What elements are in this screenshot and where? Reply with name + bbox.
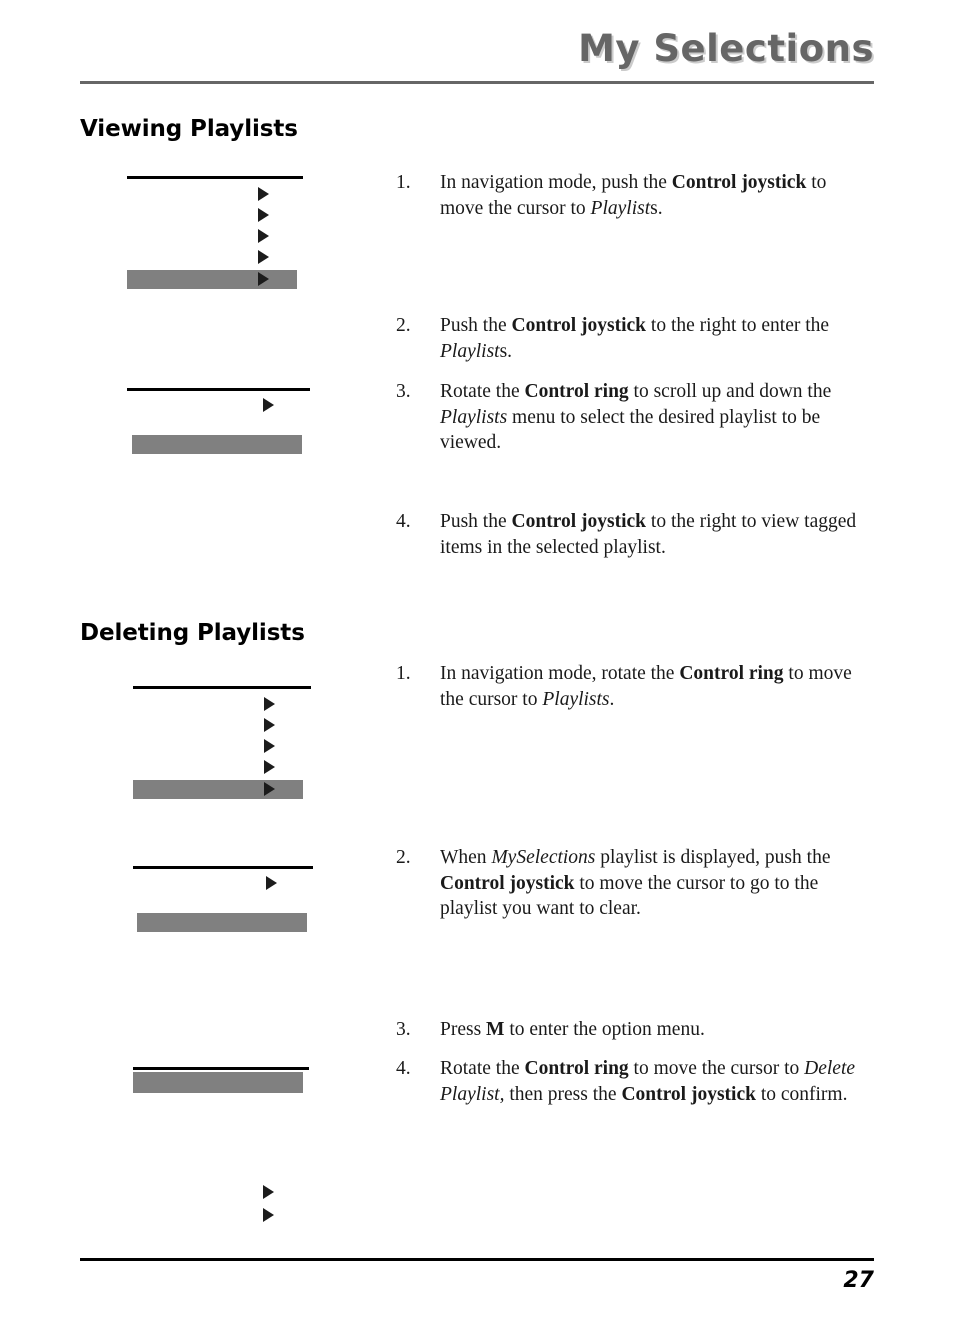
step-text: In navigation mode, push the Control joy…: [440, 172, 827, 219]
arrow-right-icon: [258, 229, 269, 243]
page-number: 27: [843, 1268, 874, 1293]
page-header: My Selections: [80, 30, 874, 92]
arrow-right-icon: [258, 208, 269, 222]
mockup-highlight-bar: [127, 270, 297, 289]
arrow-right-icon: [263, 398, 274, 412]
arrow-right-icon-selected: [264, 782, 275, 796]
screen-mockup-delete-menu: [133, 686, 311, 801]
step-text: In navigation mode, rotate the Control r…: [440, 663, 852, 710]
step-item: 3. Rotate the Control ring to scroll up …: [396, 379, 874, 456]
mockup-highlight-bar: [133, 780, 303, 799]
step-text: Rotate the Control ring to move the curs…: [440, 1058, 856, 1105]
screen-mockup-option-items: [263, 1185, 303, 1231]
arrow-right-icon: [258, 250, 269, 264]
document-page: My Selections Viewing Playlists 1. In na…: [0, 0, 954, 1340]
mockup-top-rule: [133, 686, 311, 689]
arrow-right-icon-selected: [258, 272, 269, 286]
step-number: 2.: [396, 315, 411, 336]
screen-mockup-myselections-playlist: [133, 866, 313, 934]
screen-mockup-playlists-menu: [127, 176, 303, 291]
step-text: Push the Control joystick to the right t…: [440, 511, 857, 558]
section-heading-deleting-playlists: Deleting Playlists: [80, 620, 305, 646]
arrow-right-icon: [264, 739, 275, 753]
footer-divider: [80, 1258, 874, 1261]
header-divider: [80, 81, 874, 84]
arrow-right-icon: [264, 760, 275, 774]
step-item: 4. Push the Control joystick to the righ…: [396, 509, 874, 560]
mockup-top-rule: [133, 866, 313, 869]
step-number: 1.: [396, 663, 411, 684]
arrow-right-icon: [258, 187, 269, 201]
step-text: Push the Control joystick to the right t…: [440, 315, 830, 362]
step-text: Press M to enter the option menu.: [440, 1019, 705, 1040]
step-number: 3.: [396, 1019, 411, 1040]
step-number: 1.: [396, 172, 411, 193]
mockup-highlight-bar: [132, 435, 302, 454]
mockup-top-rule: [127, 388, 310, 391]
screen-mockup-playlists-entered: [127, 388, 310, 456]
step-text: Rotate the Control ring to scroll up and…: [440, 381, 832, 453]
section-heading-viewing-playlists: Viewing Playlists: [80, 116, 298, 142]
step-number: 4.: [396, 1058, 411, 1079]
mockup-top-rule: [127, 176, 303, 179]
step-item: 3. Press M to enter the option menu.: [396, 1017, 874, 1043]
step-text: When MySelections playlist is displayed,…: [440, 847, 831, 919]
mockup-top-rule: [133, 1067, 309, 1070]
mockup-highlight-bar: [133, 1072, 303, 1093]
step-number: 3.: [396, 381, 411, 402]
arrow-right-icon: [264, 718, 275, 732]
mockup-highlight-bar: [137, 913, 307, 932]
step-item: 1. In navigation mode, rotate the Contro…: [396, 661, 874, 712]
step-item: 2. Push the Control joystick to the righ…: [396, 313, 874, 364]
arrow-right-icon: [264, 697, 275, 711]
step-item: 2. When MySelections playlist is display…: [396, 845, 874, 922]
arrow-right-icon: [263, 1208, 274, 1222]
page-title: My Selections: [578, 27, 874, 70]
arrow-right-icon: [263, 1185, 274, 1199]
step-number: 4.: [396, 511, 411, 532]
arrow-right-icon: [266, 876, 277, 890]
step-item: 1. In navigation mode, push the Control …: [396, 170, 874, 221]
step-item: 4. Rotate the Control ring to move the c…: [396, 1056, 874, 1107]
screen-mockup-option-menu: [133, 1067, 309, 1097]
step-number: 2.: [396, 847, 411, 868]
